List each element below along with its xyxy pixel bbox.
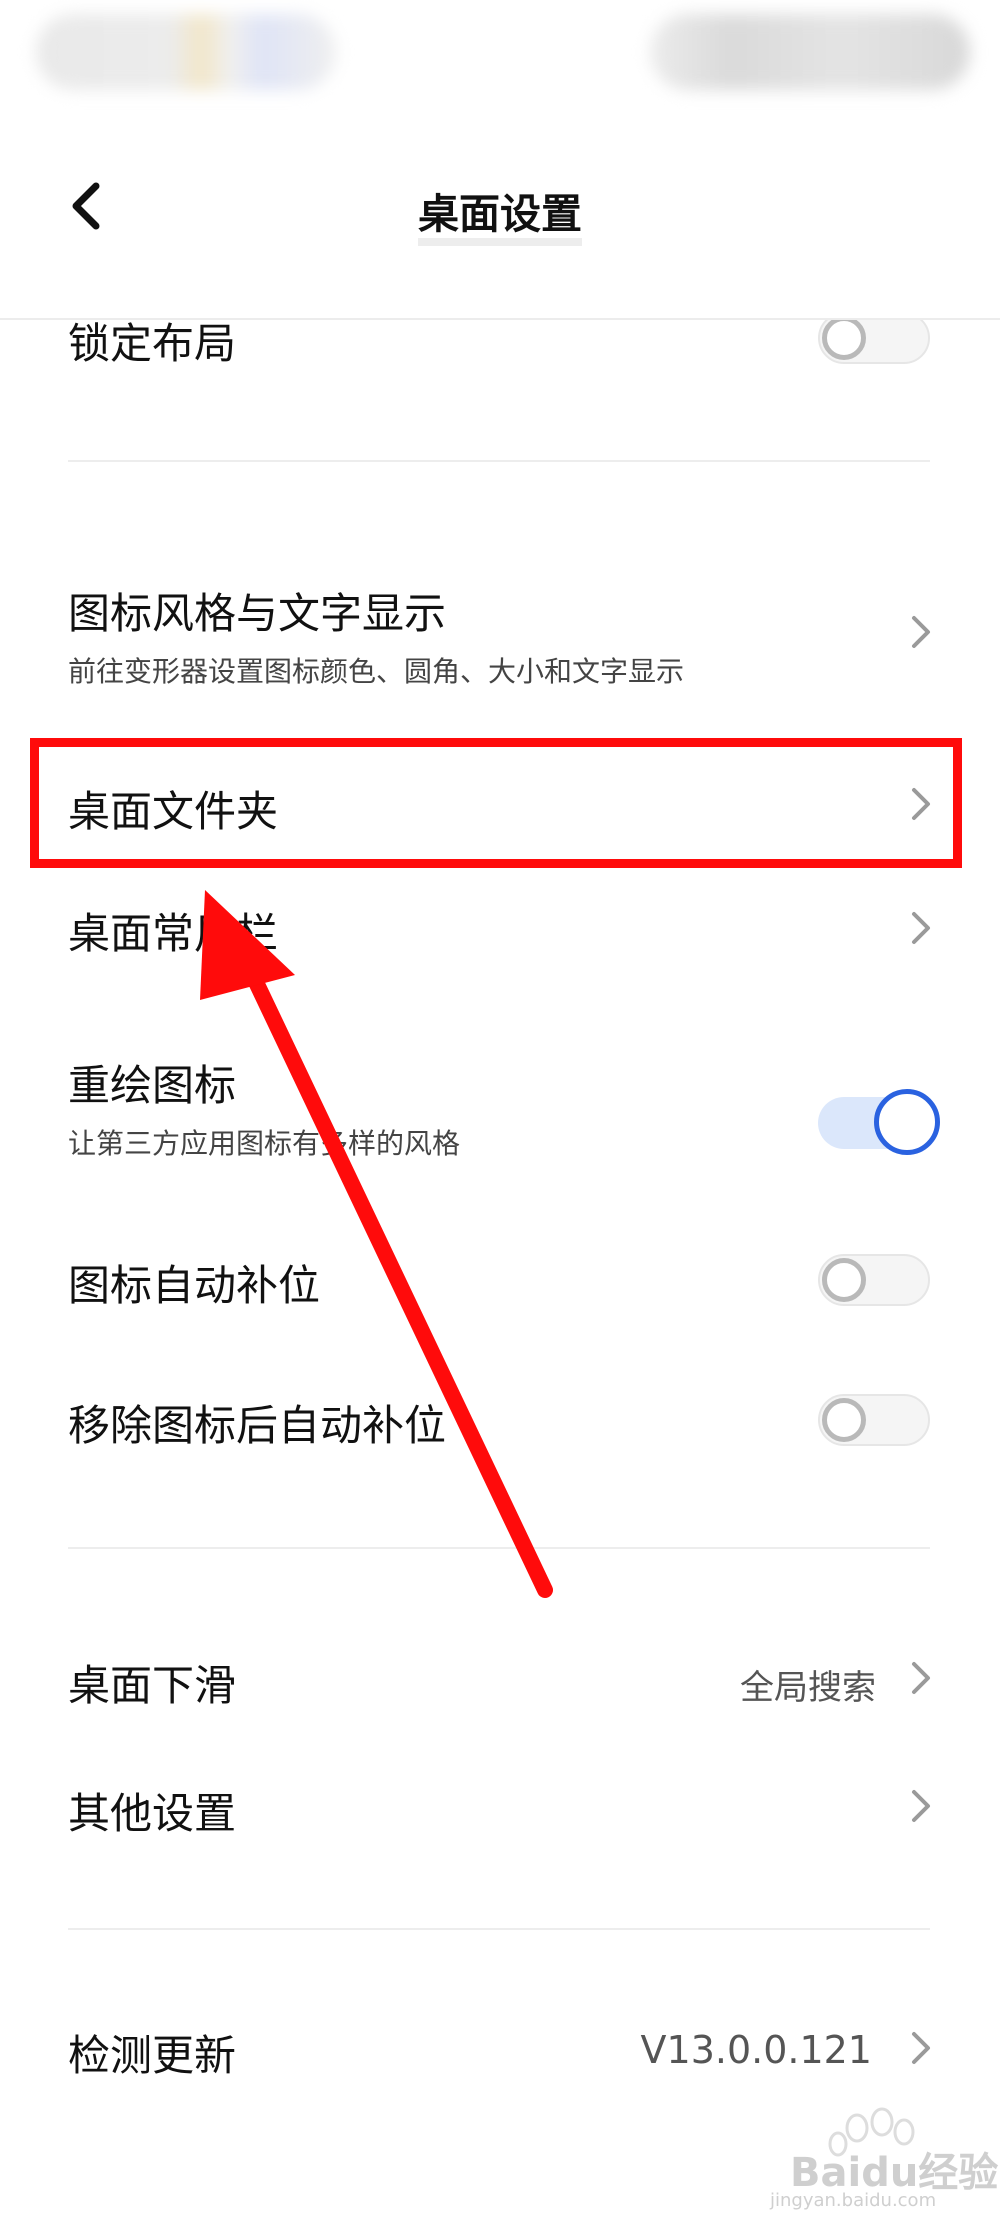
- status-bar-right: [650, 14, 970, 90]
- header: 桌面设置: [0, 150, 1000, 270]
- chevron-right-icon: [912, 788, 930, 820]
- setting-check-update[interactable]: 检测更新 V13.0.0.121: [0, 2010, 1000, 2100]
- icon-auto-fill-toggle[interactable]: [818, 1254, 930, 1306]
- setting-label: 图标自动补位: [68, 1261, 321, 1310]
- settings-page: 桌面设置 锁定布局 图标风格与文字显示 前往变形器设置图标颜色、圆角、大小和文字…: [0, 0, 1000, 2222]
- chevron-right-icon: [912, 912, 930, 944]
- setting-label: 检测更新: [68, 2031, 237, 2080]
- chevron-right-icon: [912, 616, 930, 648]
- chevron-right-icon: [912, 1662, 930, 1694]
- setting-other-settings[interactable]: 其他设置: [0, 1770, 1000, 1860]
- toggle-knob: [822, 1398, 866, 1442]
- setting-label: 桌面常用栏: [68, 909, 279, 958]
- setting-subtitle: 前往变形器设置图标颜色、圆角、大小和文字显示: [68, 655, 685, 688]
- setting-subtitle: 让第三方应用图标有多样的风格: [68, 1127, 461, 1160]
- header-mask: [0, 270, 1000, 318]
- section-divider: [68, 1928, 930, 1930]
- setting-label: 其他设置: [68, 1789, 237, 1838]
- redraw-icons-toggle[interactable]: [818, 1089, 940, 1155]
- chevron-right-icon: [912, 1790, 930, 1822]
- setting-label: 重绘图标: [68, 1061, 237, 1110]
- section-divider: [68, 1547, 930, 1549]
- page-title: 桌面设置: [418, 190, 582, 238]
- section-divider: [68, 460, 930, 462]
- setting-value: 全局搜索: [740, 1668, 876, 1708]
- setting-icon-auto-fill[interactable]: 图标自动补位: [0, 1240, 1000, 1330]
- remove-auto-fill-toggle[interactable]: [818, 1394, 930, 1446]
- setting-icon-style[interactable]: 图标风格与文字显示 前往变形器设置图标颜色、圆角、大小和文字显示: [0, 570, 1000, 700]
- header-divider-overlay: [0, 318, 1000, 320]
- status-bar-left: [36, 14, 336, 90]
- setting-label: 图标风格与文字显示: [68, 589, 447, 638]
- chevron-right-icon: [912, 2032, 930, 2064]
- setting-desktop-dock[interactable]: 桌面常用栏: [0, 890, 1000, 980]
- setting-label: 移除图标后自动补位: [68, 1401, 447, 1450]
- version-value: V13.0.0.121: [640, 2028, 872, 2072]
- setting-label: 桌面下滑: [68, 1661, 237, 1710]
- toggle-knob: [822, 316, 866, 360]
- setting-redraw-icons[interactable]: 重绘图标 让第三方应用图标有多样的风格: [0, 1040, 1000, 1170]
- setting-desktop-folder[interactable]: 桌面文件夹: [0, 760, 1000, 850]
- setting-label: 桌面文件夹: [68, 787, 279, 836]
- toggle-knob: [822, 1258, 866, 1302]
- setting-remove-auto-fill[interactable]: 移除图标后自动补位: [0, 1380, 1000, 1470]
- watermark-url: jingyan.baidu.com: [770, 2190, 937, 2211]
- setting-desktop-swipe-down[interactable]: 桌面下滑 全局搜索: [0, 1640, 1000, 1730]
- toggle-knob: [874, 1089, 940, 1155]
